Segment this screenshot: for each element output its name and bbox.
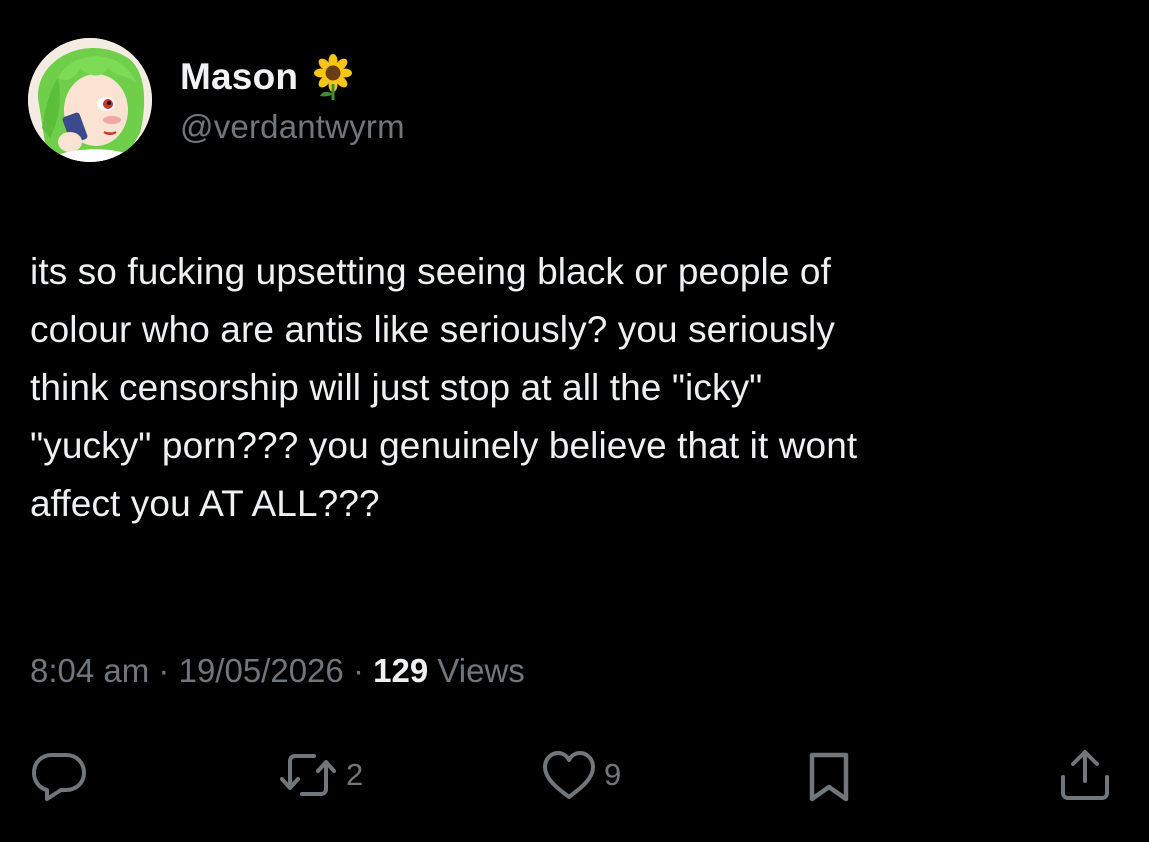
tweet-meta: 8:04 am · 19/05/2026 · 129 Views <box>30 652 525 690</box>
meta-separator-2: · <box>352 652 374 689</box>
author-name-row: Mason <box>180 54 354 100</box>
avatar-illustration <box>28 38 152 162</box>
like-count: 9 <box>604 757 622 792</box>
tweet-date[interactable]: 19/05/2026 <box>179 652 344 689</box>
retweet-button[interactable]: 2 <box>276 745 363 805</box>
retweet-icon <box>280 754 336 796</box>
share-button[interactable] <box>1055 745 1115 805</box>
meta-separator: · <box>158 652 179 689</box>
action-bar: 2 9 <box>0 745 1149 805</box>
tweet-card: Mason @verdantwyrm its so fucking upsett… <box>0 0 1149 842</box>
reply-icon <box>32 753 86 801</box>
views-label: Views <box>437 652 525 689</box>
bookmark-icon <box>809 752 849 802</box>
author-handle[interactable]: @verdantwyrm <box>180 108 405 146</box>
bookmark-button[interactable] <box>800 745 858 805</box>
share-icon <box>1061 750 1109 800</box>
views-count[interactable]: 129 <box>373 652 428 689</box>
tweet-time[interactable]: 8:04 am <box>30 652 149 689</box>
avatar[interactable] <box>28 38 152 162</box>
heart-icon <box>543 751 595 799</box>
sunflower-icon <box>312 54 354 100</box>
tweet-text: its so fucking upsetting seeing black or… <box>30 251 858 524</box>
retweet-count: 2 <box>346 757 364 792</box>
like-button[interactable]: 9 <box>540 745 621 805</box>
display-name[interactable]: Mason <box>180 56 298 98</box>
reply-button[interactable] <box>28 745 90 805</box>
